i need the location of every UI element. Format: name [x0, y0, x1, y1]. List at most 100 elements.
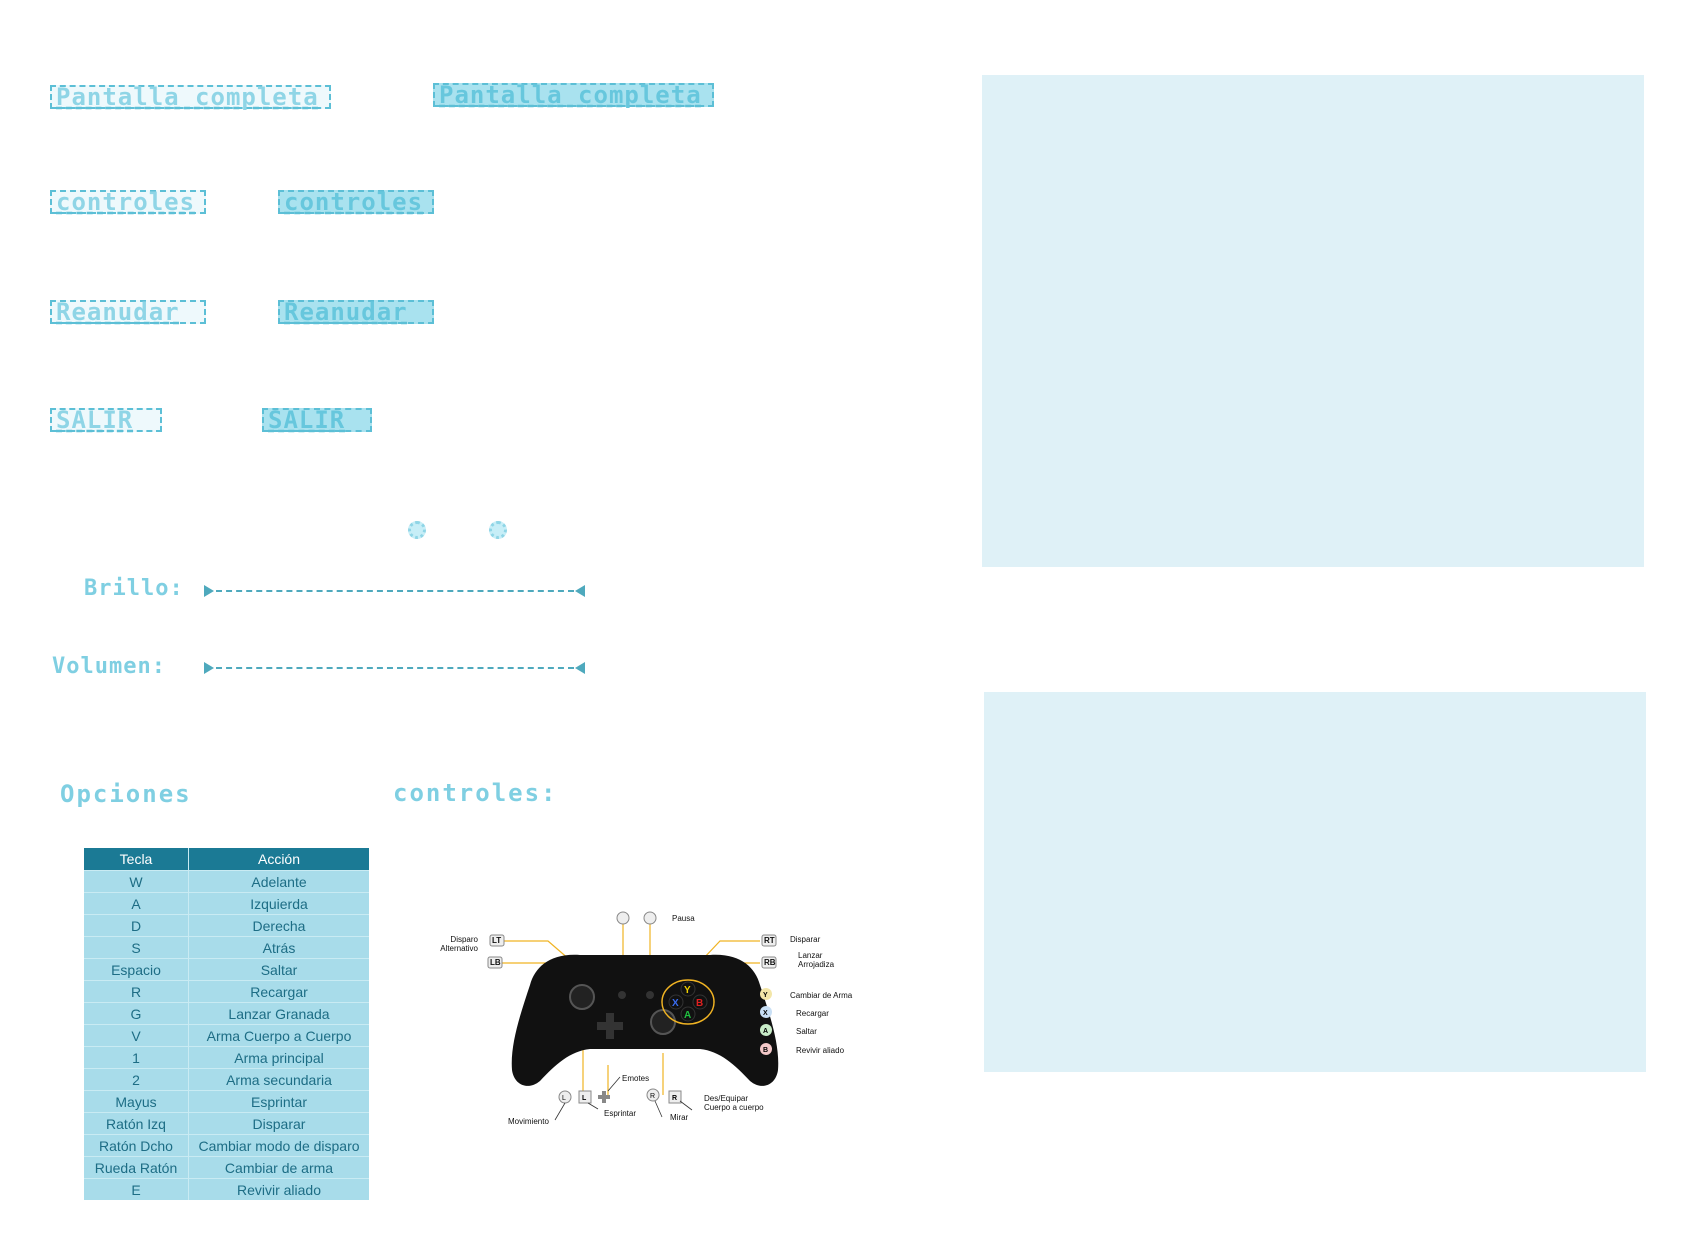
- table-row: Espacio Saltar: [84, 958, 369, 981]
- pause-label: Pausa: [672, 914, 695, 923]
- y-button-icon: Y: [684, 985, 691, 996]
- action-cell: Arma secundaria: [188, 1068, 369, 1091]
- table-row: Mayus Esprintar: [84, 1090, 369, 1113]
- key-cell: S: [84, 936, 189, 959]
- key-cell: V: [84, 1024, 189, 1047]
- slider-knob[interactable]: [408, 521, 426, 539]
- action-cell: Derecha: [188, 914, 369, 937]
- key-cell: Ratón Dcho: [84, 1134, 189, 1157]
- action-cell: Izquierda: [188, 892, 369, 915]
- key-cell: W: [84, 870, 189, 893]
- rb-badge: RB: [764, 958, 776, 967]
- action-cell: Adelante: [188, 870, 369, 893]
- svg-text:X: X: [763, 1010, 768, 1017]
- rt-badge: RT: [764, 936, 775, 945]
- action-cell: Arma principal: [188, 1046, 369, 1069]
- volume-right-arrow-icon[interactable]: [575, 662, 585, 674]
- a-button-icon: A: [684, 1010, 691, 1021]
- table-row: A Izquierda: [84, 892, 369, 915]
- resume-button-hover[interactable]: Reanudar: [278, 300, 434, 324]
- controller-body-icon: [511, 954, 779, 1086]
- action-cell: Saltar: [188, 958, 369, 981]
- b-button-icon: B: [696, 998, 703, 1009]
- volume-left-arrow-icon[interactable]: [204, 662, 214, 674]
- key-cell: 2: [84, 1068, 189, 1091]
- table-header-key: Tecla: [84, 848, 189, 871]
- key-cell: D: [84, 914, 189, 937]
- controls-button[interactable]: controles: [50, 190, 206, 214]
- brightness-slider[interactable]: [216, 590, 574, 592]
- table-row: W Adelante: [84, 870, 369, 893]
- volume-label: Volumen:: [52, 654, 166, 679]
- action-cell: Disparar: [188, 1112, 369, 1135]
- table-row: Ratón Dcho Cambiar modo de disparo: [84, 1134, 369, 1157]
- action-cell: Cambiar de arma: [188, 1156, 369, 1179]
- table-row: D Derecha: [84, 914, 369, 937]
- b-action-label: Revivir aliado: [796, 1046, 845, 1055]
- preview-panel-bottom: [984, 692, 1646, 1072]
- table-row: 1 Arma principal: [84, 1046, 369, 1069]
- y-action-label: Cambiar de Arma: [790, 991, 853, 1000]
- controls-button-hover[interactable]: controles: [278, 190, 434, 214]
- svg-text:L: L: [562, 1095, 566, 1102]
- action-cell: Cambiar modo de disparo: [188, 1134, 369, 1157]
- table-row: Rueda Ratón Cambiar de arma: [84, 1156, 369, 1179]
- fullscreen-button-hover[interactable]: Pantalla completa: [433, 83, 714, 107]
- lb-badge: LB: [490, 958, 501, 967]
- key-cell: R: [84, 980, 189, 1003]
- brightness-label: Brillo:: [84, 576, 184, 601]
- look-label: Mirar: [670, 1113, 689, 1122]
- table-row: Ratón Izq Disparar: [84, 1112, 369, 1135]
- keybindings-table: Tecla Acción W Adelante A Izquierda D Derecha…: [84, 848, 369, 1200]
- key-cell: Mayus: [84, 1090, 189, 1113]
- x-button-icon: X: [672, 998, 679, 1009]
- rb-action-label: Lanzar Arrojadiza: [798, 951, 835, 969]
- key-cell: E: [84, 1178, 189, 1200]
- action-cell: Lanzar Granada: [188, 1002, 369, 1025]
- exit-button-hover[interactable]: SALIR: [262, 408, 372, 432]
- x-action-label: Recargar: [796, 1009, 829, 1018]
- key-cell: G: [84, 1002, 189, 1025]
- action-cell: Revivir aliado: [188, 1178, 369, 1200]
- keybindings-body: W Adelante A Izquierda D Derecha S Atrás Espacio…: [84, 870, 369, 1200]
- sprint-label: Esprintar: [604, 1109, 637, 1118]
- table-row: S Atrás: [84, 936, 369, 959]
- resume-button[interactable]: Reanudar: [50, 300, 206, 324]
- exit-button[interactable]: SALIR: [50, 408, 162, 432]
- action-cell: Arma Cuerpo a Cuerpo: [188, 1024, 369, 1047]
- key-cell: A: [84, 892, 189, 915]
- table-row: G Lanzar Granada: [84, 1002, 369, 1025]
- rt-action-label: Disparar: [790, 935, 821, 944]
- volume-slider[interactable]: [216, 667, 574, 669]
- melee-label: Des/Equipar Cuerpo a cuerpo: [704, 1094, 764, 1112]
- key-cell: Rueda Ratón: [84, 1156, 189, 1179]
- action-cell: Recargar: [188, 980, 369, 1003]
- brightness-right-arrow-icon[interactable]: [575, 585, 585, 597]
- table-row: V Arma Cuerpo a Cuerpo: [84, 1024, 369, 1047]
- brightness-left-arrow-icon[interactable]: [204, 585, 214, 597]
- key-cell: Espacio: [84, 958, 189, 981]
- preview-panel-top: [982, 75, 1644, 567]
- svg-text:L: L: [582, 1095, 587, 1102]
- svg-text:R: R: [672, 1095, 677, 1102]
- key-cell: 1: [84, 1046, 189, 1069]
- fullscreen-button[interactable]: Pantalla completa: [50, 85, 331, 109]
- svg-text:Y: Y: [763, 992, 768, 999]
- table-row: E Revivir aliado: [84, 1178, 369, 1200]
- svg-text:B: B: [763, 1047, 768, 1054]
- key-cell: Ratón Izq: [84, 1112, 189, 1135]
- options-heading: Opciones: [60, 780, 192, 808]
- svg-text:A: A: [763, 1028, 768, 1035]
- action-cell: Atrás: [188, 936, 369, 959]
- emotes-label: Emotes: [622, 1074, 650, 1083]
- lt-action-label: Disparo Alternativo: [440, 935, 478, 953]
- table-row: 2 Arma secundaria: [84, 1068, 369, 1091]
- a-action-label: Saltar: [796, 1027, 817, 1036]
- lt-badge: LT: [492, 936, 501, 945]
- controls-heading: controles:: [393, 779, 558, 807]
- move-label: Movimiento: [508, 1117, 549, 1126]
- table-row: R Recargar: [84, 980, 369, 1003]
- table-header-action: Acción: [188, 848, 369, 871]
- slider-knob-hover[interactable]: [489, 521, 507, 539]
- action-cell: Esprintar: [188, 1090, 369, 1113]
